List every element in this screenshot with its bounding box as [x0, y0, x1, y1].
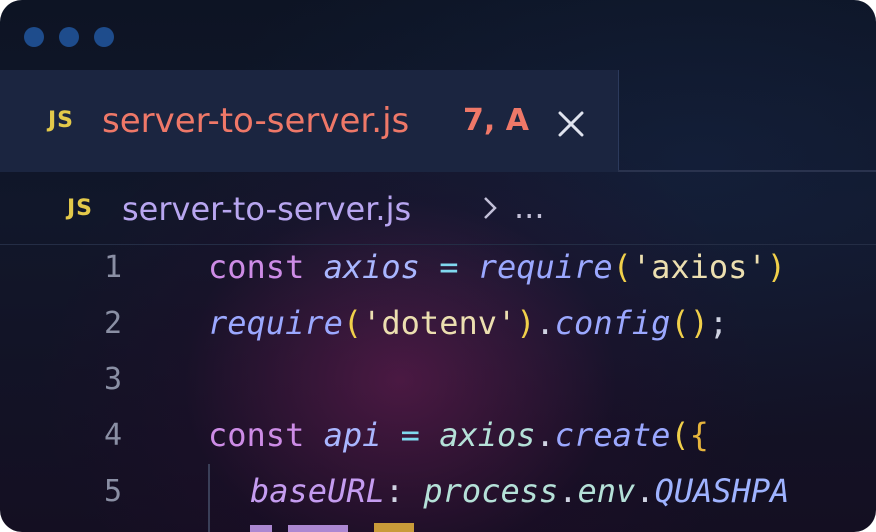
- breadcrumb: JS server-to-server.js ...: [0, 172, 876, 245]
- window-minimize-dot[interactable]: [59, 27, 79, 47]
- next-line-partial: [250, 518, 470, 532]
- tab-problem-status: 7, A: [463, 103, 529, 138]
- editor-window: JS server-to-server.js 7, A JS server-to…: [0, 0, 876, 532]
- window-maximize-dot[interactable]: [94, 27, 114, 47]
- code-text: baseURL: process.env.QUASHPA: [250, 472, 790, 510]
- chevron-right-icon: [482, 194, 498, 222]
- window-close-dot[interactable]: [24, 27, 44, 47]
- title-bar: [0, 0, 876, 70]
- code-line: 5 baseURL: process.env.QUASHPA: [0, 468, 876, 524]
- breadcrumb-symbols[interactable]: ...: [514, 188, 545, 226]
- code-line: 4 const api = axios.create({: [0, 412, 876, 468]
- tab-server-to-server[interactable]: JS server-to-server.js 7, A: [0, 70, 619, 172]
- js-file-icon: JS: [48, 108, 75, 133]
- line-number: 1: [103, 250, 123, 285]
- code-text: require('dotenv').config();: [208, 304, 729, 342]
- close-icon[interactable]: [553, 106, 589, 142]
- indent-guide: [208, 464, 210, 532]
- code-line: 3: [0, 356, 876, 412]
- line-number: 3: [103, 362, 123, 397]
- tab-bar: JS server-to-server.js 7, A: [0, 70, 876, 172]
- code-line: 1 const axios = require('axios'): [0, 244, 876, 300]
- breadcrumb-file[interactable]: server-to-server.js: [122, 190, 411, 228]
- line-number: 4: [103, 418, 123, 453]
- code-text: const axios = require('axios'): [208, 248, 786, 286]
- line-number: 5: [103, 474, 123, 509]
- tab-filename: server-to-server.js: [102, 101, 410, 141]
- line-number: 2: [103, 306, 123, 341]
- code-text: const api = axios.create({: [208, 416, 709, 454]
- js-file-icon: JS: [67, 196, 94, 221]
- code-editor[interactable]: 1 const axios = require('axios') 2 requi…: [0, 244, 876, 532]
- code-line: 2 require('dotenv').config();: [0, 300, 876, 356]
